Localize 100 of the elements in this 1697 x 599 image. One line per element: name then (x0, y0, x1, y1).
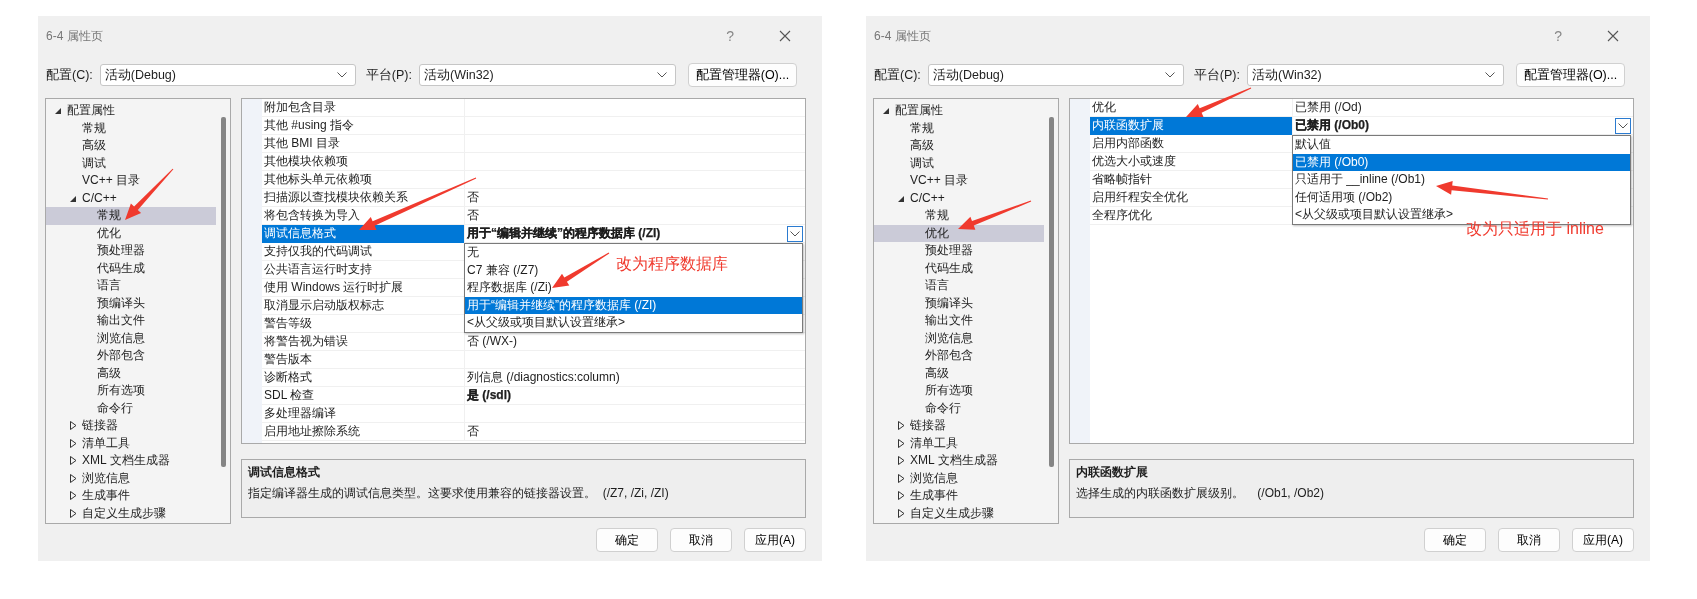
tree-item[interactable]: 调试 (874, 154, 1044, 172)
tree-item[interactable]: 优化 (874, 224, 1044, 242)
property-name[interactable]: 公共语言运行时支持 (262, 261, 464, 279)
triangle-icon[interactable] (897, 508, 905, 518)
tree-item[interactable]: 配置属性 (46, 102, 216, 120)
property-name[interactable]: 支持仅我的代码调试 (262, 243, 464, 261)
tree-item[interactable]: 输出文件 (874, 312, 1044, 330)
property-name[interactable]: 其他 #using 指令 (262, 117, 464, 135)
property-value[interactable]: 已禁用 (/Od) (1292, 99, 1633, 117)
triangle-icon[interactable] (897, 438, 905, 448)
dialog-button[interactable]: 确定 (1424, 528, 1486, 552)
dropdown-button[interactable] (787, 225, 803, 242)
tree-item[interactable]: 生成事件 (46, 487, 216, 505)
dropdown-option[interactable]: 无 (465, 244, 483, 262)
triangle-icon[interactable] (54, 106, 62, 116)
tree-item[interactable]: 浏览信息 (874, 329, 1044, 347)
dialog-button[interactable]: 应用(A) (744, 528, 806, 552)
scrollbar[interactable] (1048, 117, 1054, 467)
dropdown-option[interactable]: 程序数据库 (/Zi) (465, 279, 556, 297)
triangle-icon[interactable] (69, 456, 77, 466)
property-name[interactable]: 警告等级 (262, 315, 464, 333)
property-name[interactable]: 全程序优化 (1090, 207, 1292, 225)
platform-dropdown[interactable]: 活动(Win32) (1246, 64, 1504, 86)
tree-item[interactable]: 输出文件 (46, 312, 216, 330)
tree-item[interactable]: C/C++ (46, 189, 216, 207)
dialog-button[interactable]: 取消 (1498, 528, 1560, 552)
tree-item[interactable]: 生成事件 (874, 487, 1044, 505)
property-name[interactable]: 使用 Windows 运行时扩展 (262, 279, 464, 297)
dropdown-option[interactable]: 默认值 (1293, 136, 1335, 154)
tree-item[interactable]: 预处理器 (46, 242, 216, 260)
dropdown-option[interactable]: <从父级或项目默认设置继承> (465, 314, 629, 332)
config-dropdown[interactable]: 活动(Debug) (927, 64, 1184, 86)
tree-item[interactable]: 浏览信息 (46, 329, 216, 347)
property-value[interactable]: 否 (464, 207, 805, 225)
dropdown-option[interactable]: 任何适用项 (/Ob2) (1293, 188, 1397, 206)
triangle-icon[interactable] (897, 421, 905, 431)
property-name[interactable]: 启用内部函数 (1090, 135, 1292, 153)
dropdown-option[interactable]: <从父级或项目默认设置继承> (1293, 206, 1457, 224)
tree-item[interactable]: XML 文档生成器 (46, 452, 216, 470)
scrollbar[interactable] (220, 117, 226, 467)
property-name[interactable]: 调试信息格式 (262, 225, 464, 243)
tree-item[interactable]: 外部包含 (46, 347, 216, 365)
triangle-icon[interactable] (69, 473, 77, 483)
tree-item[interactable]: 自定义生成步骤 (46, 504, 216, 522)
tree-item[interactable]: 高级 (46, 137, 216, 155)
tree-item[interactable]: 预编译头 (874, 294, 1044, 312)
tree-item[interactable]: 预处理器 (874, 242, 1044, 260)
tree-item[interactable]: 外部包含 (874, 347, 1044, 365)
tree-item[interactable]: 命令行 (874, 399, 1044, 417)
tree-item[interactable]: 链接器 (46, 417, 216, 435)
property-value[interactable]: 否 (464, 189, 805, 207)
tree-item[interactable]: 所有选项 (46, 382, 216, 400)
tree-item[interactable]: XML 文档生成器 (874, 452, 1044, 470)
triangle-icon[interactable] (69, 421, 77, 431)
property-value[interactable]: 列信息 (/diagnostics:column) (464, 369, 805, 387)
tree-item[interactable]: 常规 (874, 207, 1044, 225)
tree-item[interactable]: VC++ 目录 (46, 172, 216, 190)
tree-item[interactable]: 清单工具 (874, 434, 1044, 452)
dropdown-option[interactable]: 已禁用 (/Ob0) (1293, 153, 1630, 171)
dialog-button[interactable]: 确定 (596, 528, 658, 552)
property-name[interactable]: SDL 检查 (262, 387, 464, 405)
property-name[interactable]: 警告版本 (262, 351, 464, 369)
tree-item[interactable]: 浏览信息 (46, 469, 216, 487)
tree-item[interactable]: 预编译头 (46, 294, 216, 312)
dropdown-button[interactable] (1615, 117, 1631, 134)
tree-item[interactable]: 常规 (46, 207, 216, 225)
tree-item[interactable]: 高级 (874, 364, 1044, 382)
tree-item[interactable]: 配置属性 (874, 102, 1044, 120)
tree-item[interactable]: 代码生成 (46, 259, 216, 277)
tree-item[interactable]: 高级 (874, 137, 1044, 155)
close-icon[interactable] (779, 30, 791, 42)
triangle-icon[interactable] (69, 491, 77, 501)
tree-item[interactable]: 代码生成 (874, 259, 1044, 277)
tree-item[interactable]: 链接器 (874, 417, 1044, 435)
config-dropdown[interactable]: 活动(Debug) (99, 64, 356, 86)
tree-item[interactable]: 浏览信息 (874, 469, 1044, 487)
property-name[interactable]: 启用地址擦除系统 (262, 423, 464, 441)
triangle-icon[interactable] (69, 438, 77, 448)
dialog-button[interactable]: 应用(A) (1572, 528, 1634, 552)
tree-item[interactable]: 自定义生成步骤 (874, 504, 1044, 522)
property-name[interactable]: 内联函数扩展 (1090, 117, 1292, 135)
property-name[interactable]: 附加包含目录 (262, 99, 464, 117)
property-name[interactable]: 取消显示启动版权标志 (262, 297, 464, 315)
tree-item[interactable]: 清单工具 (46, 434, 216, 452)
property-name[interactable]: 多处理器编译 (262, 405, 464, 423)
configuration-manager-button[interactable]: 配置管理器(O)... (687, 63, 797, 87)
property-name[interactable]: 其他 BMI 目录 (262, 135, 464, 153)
tree-item[interactable]: 常规 (874, 119, 1044, 137)
tree-item[interactable]: 优化 (46, 224, 216, 242)
tree-item[interactable]: 常规 (46, 119, 216, 137)
triangle-icon[interactable] (897, 473, 905, 483)
triangle-icon[interactable] (882, 106, 890, 116)
property-value[interactable]: 是 (/sdl) (464, 387, 805, 405)
tree-item[interactable]: 高级 (46, 364, 216, 382)
property-name[interactable]: 启用纤程安全优化 (1090, 189, 1292, 207)
dropdown-option[interactable]: 用于“编辑并继续”的程序数据库 (/ZI) (465, 296, 802, 314)
property-name[interactable]: 其他模块依赖项 (262, 153, 464, 171)
dropdown-option[interactable]: 只适用于 __inline (/Ob1) (1293, 171, 1430, 189)
property-name[interactable]: 将警告视为错误 (262, 333, 464, 351)
tree-item[interactable]: C/C++ (874, 189, 1044, 207)
